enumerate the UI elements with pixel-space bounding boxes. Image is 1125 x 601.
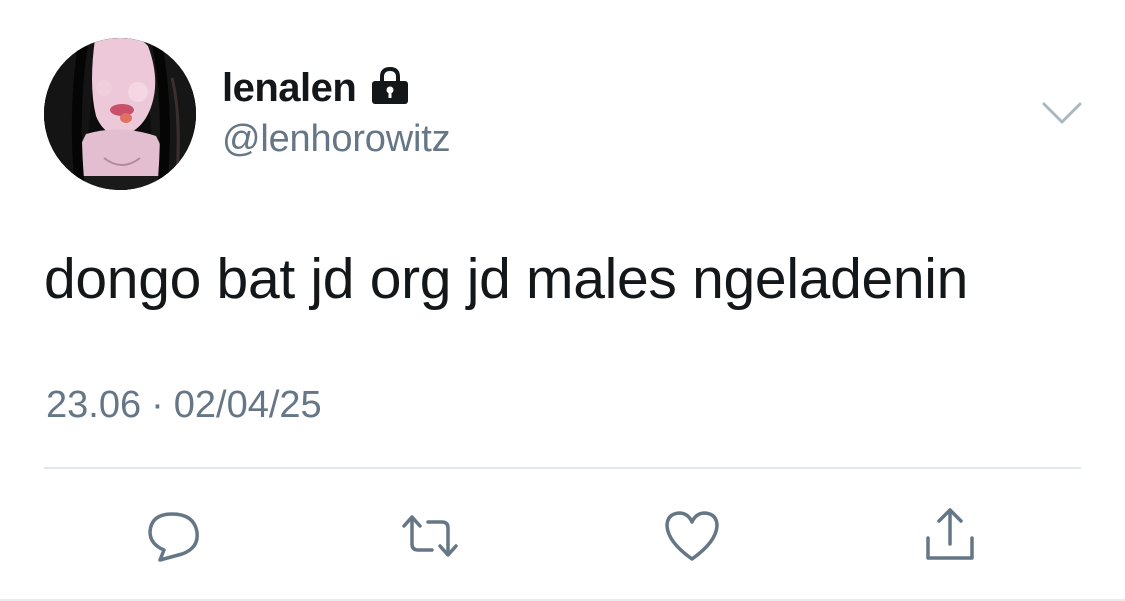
heart-icon	[665, 511, 719, 561]
share-button[interactable]	[918, 504, 982, 568]
reply-button[interactable]	[142, 504, 206, 568]
tweet-card: lenalen @lenhorowitz dongo bat jd org jd…	[0, 0, 1125, 601]
tweet-time: 23.06	[46, 384, 142, 426]
reply-icon	[148, 512, 199, 562]
retweet-icon	[402, 515, 458, 557]
lock-icon	[368, 66, 412, 106]
retweet-button[interactable]	[398, 504, 462, 568]
divider	[44, 467, 1081, 469]
user-handle[interactable]: @lenhorowitz	[222, 118, 451, 161]
like-button[interactable]	[660, 504, 724, 568]
avatar-photo	[44, 38, 196, 190]
avatar[interactable]	[44, 38, 196, 190]
tweet-text: dongo bat jd org jd males ngeladenin	[44, 247, 969, 311]
chevron-down-icon[interactable]	[1040, 98, 1084, 128]
tweet-date: 02/04/25	[173, 384, 322, 426]
timestamp-separator: ·	[151, 384, 164, 426]
display-name[interactable]: lenalen	[222, 66, 357, 111]
name-row: lenalen	[222, 64, 412, 112]
tweet-timestamp[interactable]: 23.06 · 02/04/25	[46, 384, 322, 427]
share-icon	[926, 508, 974, 560]
